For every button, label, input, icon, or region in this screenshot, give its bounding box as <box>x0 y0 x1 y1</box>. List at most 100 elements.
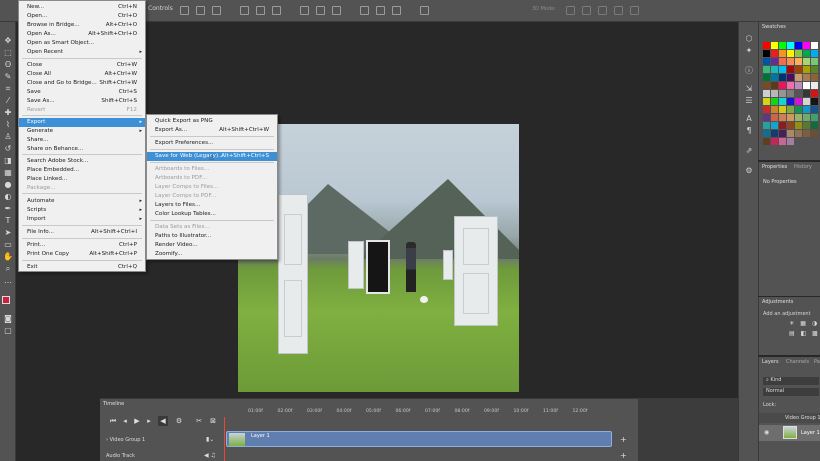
color-swatch[interactable] <box>787 74 794 81</box>
align-left-icon[interactable] <box>240 6 249 15</box>
color-swatch[interactable] <box>787 42 794 49</box>
color-swatch[interactable] <box>779 42 786 49</box>
file-menu-item[interactable]: Place Linked... <box>19 175 145 184</box>
file-menu-item[interactable]: Close Ctrl+W <box>19 61 145 70</box>
export-menu-item[interactable]: Color Lookup Tables... <box>147 210 277 219</box>
eyedropper-tool-icon[interactable]: ⁄ <box>2 96 14 106</box>
color-swatch[interactable] <box>763 98 770 105</box>
file-menu-item[interactable]: Import ▸ <box>19 215 145 224</box>
color-swatch[interactable] <box>795 122 802 129</box>
dodge-tool-icon[interactable]: ◐ <box>2 192 14 202</box>
tab-paths[interactable]: Paths <box>811 357 820 368</box>
tools-preset-icon[interactable]: ⇗ <box>744 146 754 156</box>
character-panel-icon[interactable]: A <box>744 114 754 124</box>
visibility-eye-icon[interactable]: ◉ <box>764 429 769 436</box>
export-menu-item[interactable]: Export As... Alt+Shift+Ctrl+W <box>147 126 277 135</box>
next-frame-icon[interactable]: ▸ <box>144 416 154 426</box>
adjust-panel-icon[interactable]: ⚙ <box>744 166 754 176</box>
export-menu-item[interactable]: Export Preferences... <box>147 139 277 148</box>
color-swatch[interactable] <box>771 42 778 49</box>
path-select-tool-icon[interactable]: ➤ <box>2 228 14 238</box>
export-menu-item[interactable]: Quick Export as PNG <box>147 117 277 126</box>
color-swatch[interactable] <box>763 114 770 121</box>
color-swatch[interactable] <box>763 122 770 129</box>
file-menu-item[interactable]: Generate ▸ <box>19 127 145 136</box>
settings-gear-icon[interactable]: ⚙ <box>174 416 184 426</box>
color-swatch[interactable] <box>779 138 786 145</box>
tab-swatches[interactable]: Swatches <box>759 22 789 33</box>
color-swatch[interactable] <box>803 82 810 89</box>
color-swatch[interactable] <box>803 130 810 137</box>
3d-scale-icon[interactable] <box>630 6 639 15</box>
video-clip[interactable]: Layer 1 <box>226 431 612 447</box>
3d-roll-icon[interactable] <box>582 6 591 15</box>
history-brush-tool-icon[interactable]: ↺ <box>2 144 14 154</box>
distribute-left-icon[interactable] <box>360 6 369 15</box>
brush-tool-icon[interactable]: ⌇ <box>2 120 14 130</box>
3d-slide-icon[interactable] <box>614 6 623 15</box>
color-swatch[interactable] <box>795 50 802 57</box>
color-swatch[interactable] <box>787 98 794 105</box>
color-swatch[interactable] <box>795 42 802 49</box>
color-swatch[interactable] <box>763 66 770 73</box>
color-swatch[interactable] <box>779 50 786 57</box>
color-swatch[interactable] <box>811 74 818 81</box>
align-right-icon[interactable] <box>272 6 281 15</box>
align-center-icon[interactable] <box>256 6 265 15</box>
color-swatch[interactable] <box>787 90 794 97</box>
gradient-tool-icon[interactable]: ▦ <box>2 168 14 178</box>
color-swatch[interactable] <box>787 82 794 89</box>
color-swatch[interactable] <box>787 50 794 57</box>
move-tool-icon[interactable]: ✥ <box>2 36 14 46</box>
color-swatch[interactable] <box>803 42 810 49</box>
blend-mode-select[interactable]: Normal <box>763 388 819 396</box>
healing-brush-tool-icon[interactable]: ✚ <box>2 108 14 118</box>
color-swatch[interactable] <box>763 58 770 65</box>
distribute-right-icon[interactable] <box>392 6 401 15</box>
color-swatch[interactable] <box>763 90 770 97</box>
file-menu-item[interactable]: Place Embedded... <box>19 166 145 175</box>
color-swatch[interactable] <box>763 74 770 81</box>
color-swatch[interactable] <box>763 42 770 49</box>
file-menu-item[interactable]: Exit Ctrl+Q <box>19 263 145 272</box>
color-swatch[interactable] <box>787 58 794 65</box>
screen-mode-icon[interactable]: ▢ <box>2 326 14 336</box>
color-swatch[interactable] <box>771 66 778 73</box>
color-swatch[interactable] <box>779 90 786 97</box>
file-menu-item[interactable]: File Info... Alt+Shift+Ctrl+I <box>19 228 145 237</box>
file-menu-item[interactable]: Search Adobe Stock... <box>19 157 145 166</box>
tab-history[interactable]: History <box>791 162 815 173</box>
time-ruler[interactable]: 01:00f 02:00f 03:00f 04:00f 05:00f 06:00f 07:0… <box>224 409 626 419</box>
quick-select-tool-icon[interactable]: ✎ <box>2 72 14 82</box>
color-swatch[interactable] <box>803 66 810 73</box>
actions-panel-icon[interactable]: ⇲ <box>744 84 754 94</box>
color-swatch[interactable] <box>763 130 770 137</box>
color-swatch[interactable] <box>811 66 818 73</box>
color-swatch[interactable] <box>763 106 770 113</box>
playhead[interactable] <box>224 417 225 461</box>
tab-adjustments[interactable]: Adjustments <box>759 297 796 308</box>
color-swatch[interactable] <box>795 130 802 137</box>
color-swatch[interactable] <box>779 122 786 129</box>
file-menu-item[interactable]: Save Ctrl+S <box>19 88 145 97</box>
color-swatch[interactable] <box>787 114 794 121</box>
auto-align-icon[interactable] <box>420 6 429 15</box>
color-swatch[interactable] <box>795 90 802 97</box>
distribute-bottom-icon[interactable] <box>332 6 341 15</box>
color-swatch[interactable] <box>795 74 802 81</box>
color-swatch[interactable] <box>771 138 778 145</box>
color-swatch[interactable] <box>771 106 778 113</box>
info-panel-icon[interactable]: ⓘ <box>744 66 754 76</box>
adjustment-icons-row2[interactable]: ▤ ◧ ▩ <box>789 330 820 337</box>
color-swatch[interactable] <box>771 130 778 137</box>
blur-tool-icon[interactable]: ● <box>2 180 14 190</box>
color-swatch[interactable] <box>787 66 794 73</box>
distribute-top-icon[interactable] <box>300 6 309 15</box>
color-swatch[interactable] <box>779 106 786 113</box>
file-menu-item[interactable]: Automate ▸ <box>19 197 145 206</box>
brush-panel-icon[interactable]: ✦ <box>744 46 754 56</box>
color-swatch[interactable] <box>795 58 802 65</box>
kind-filter[interactable]: ⌕ Kind <box>763 377 819 385</box>
align-top-icon[interactable] <box>180 6 189 15</box>
color-swatch[interactable] <box>803 90 810 97</box>
